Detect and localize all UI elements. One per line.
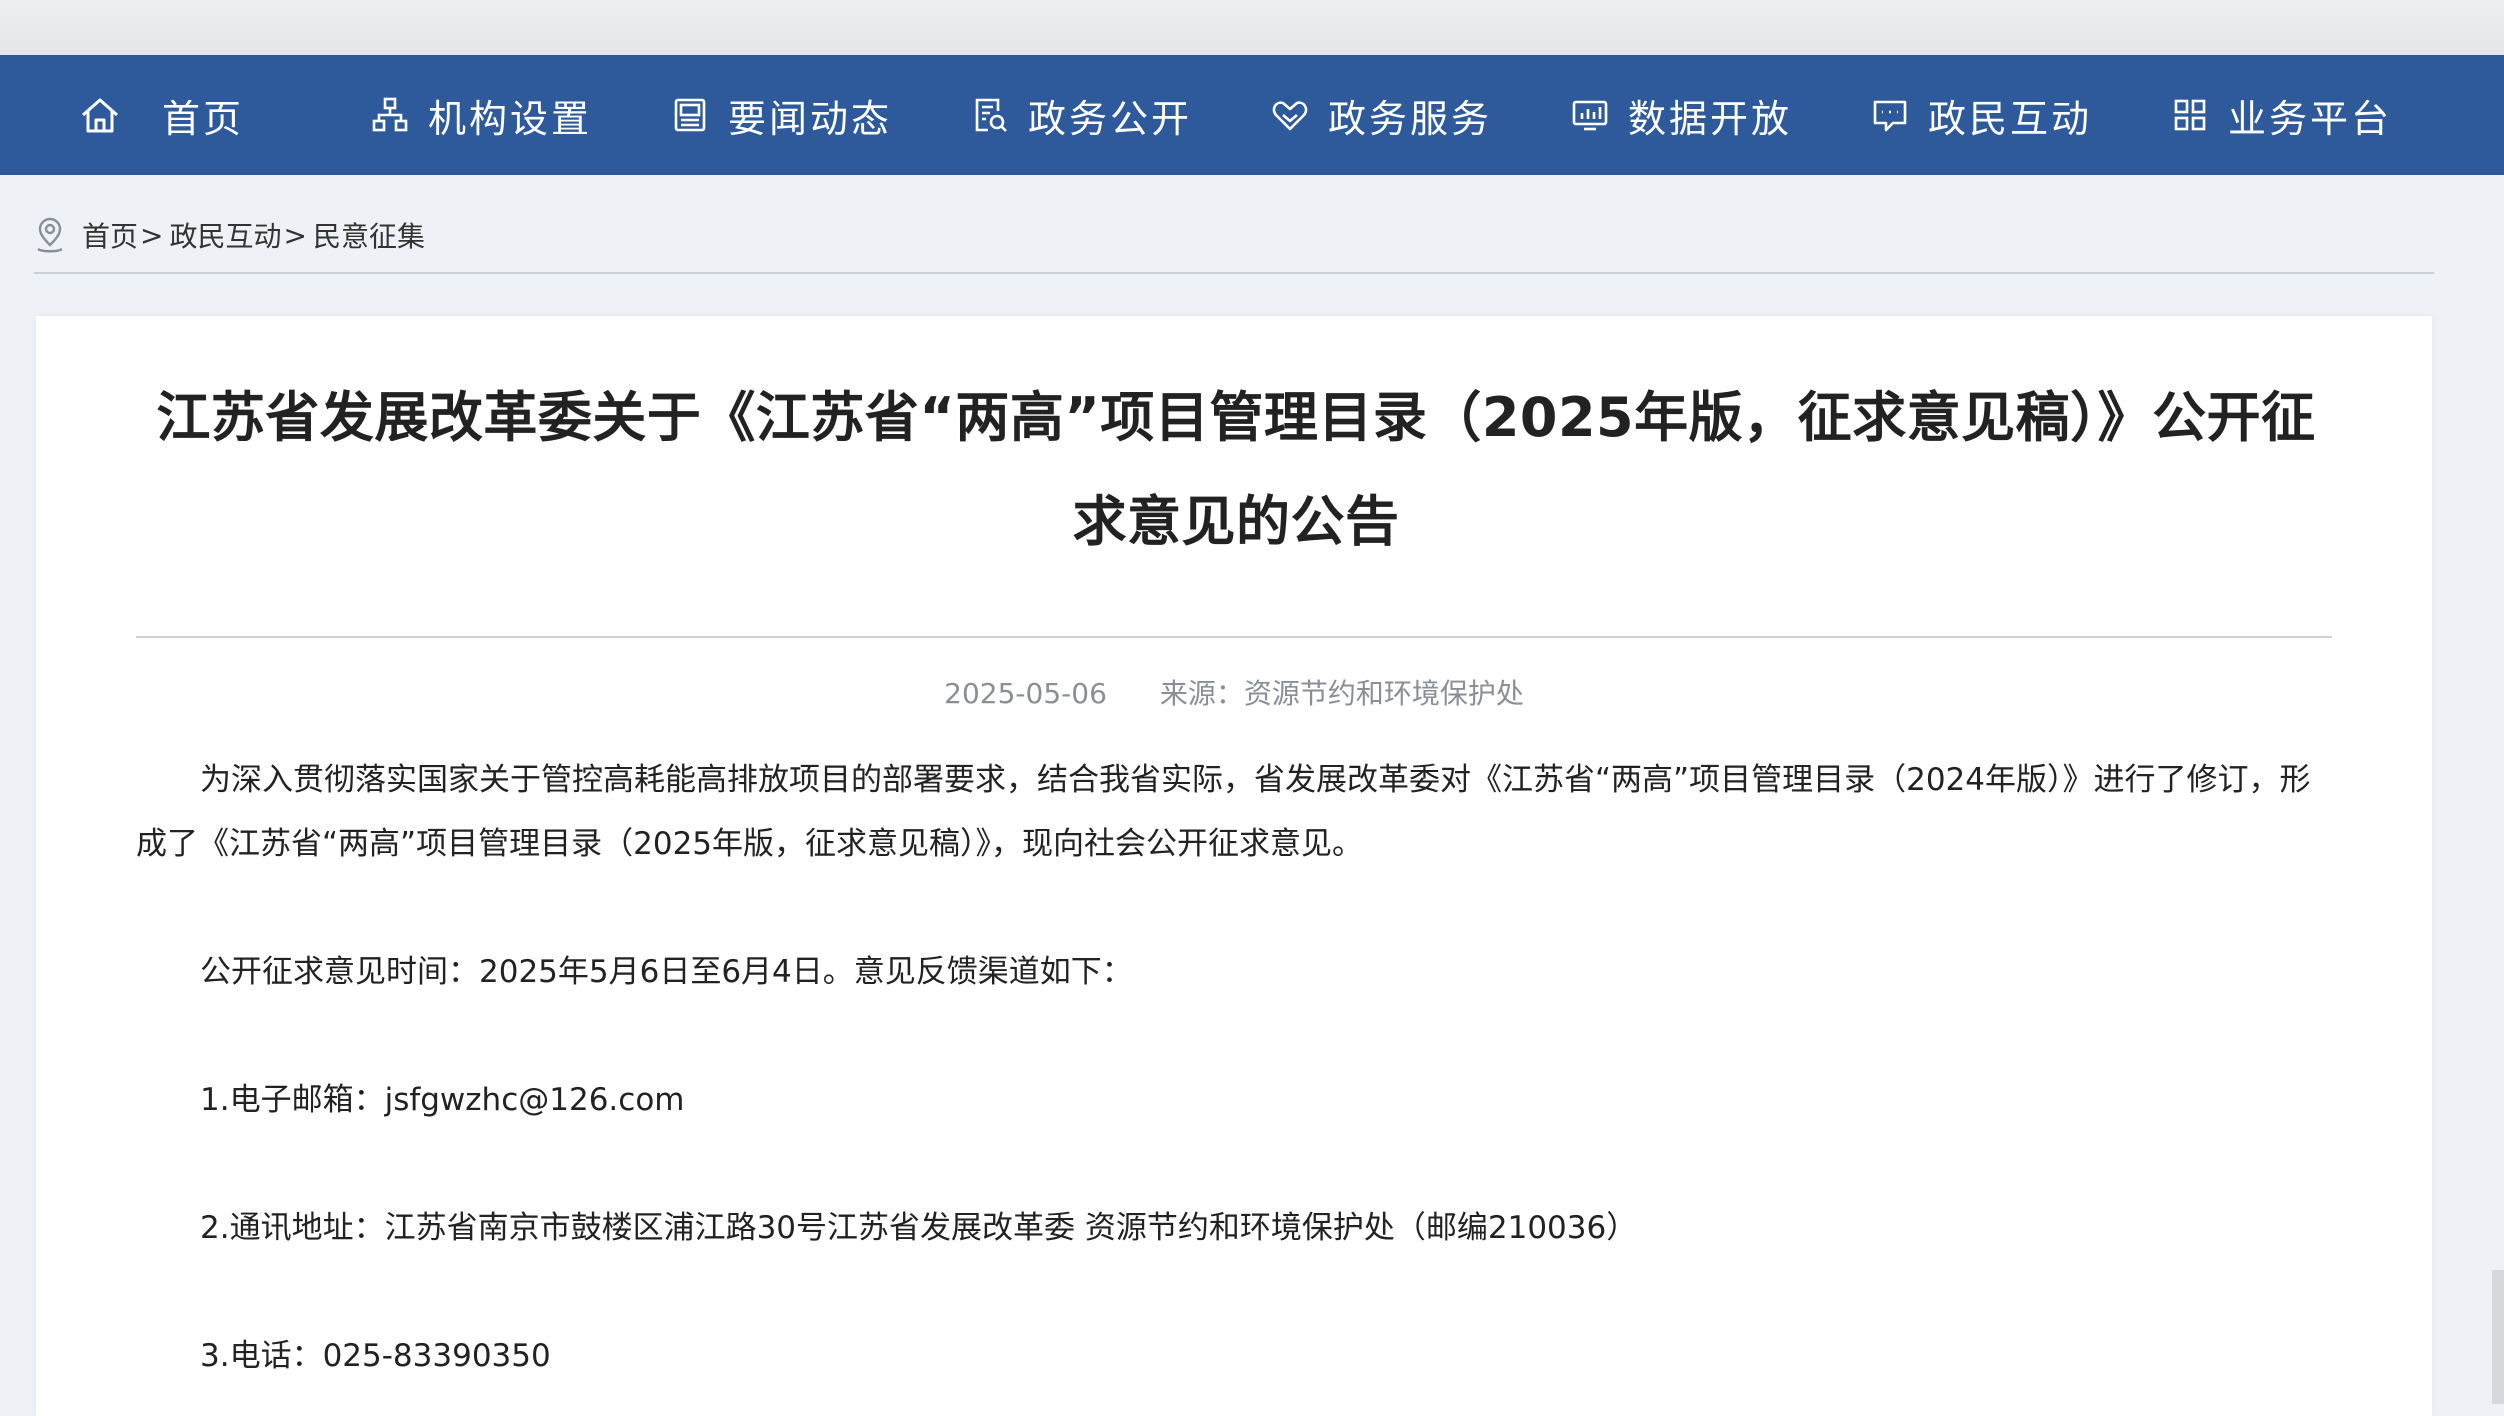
nav-item-government-services[interactable]: 政务服务 bbox=[1268, 55, 1492, 175]
main-nav: 首页 机构设置 要闻动态 政务公开 政务服务 数据开放 政民互动 业务平台 bbox=[0, 55, 2504, 175]
nav-item-open-data[interactable]: 数据开放 bbox=[1568, 55, 1792, 175]
location-pin-icon bbox=[37, 217, 63, 253]
breadcrumb-divider bbox=[34, 272, 2434, 274]
contact-phone: 3.电话：025-83390350 bbox=[200, 1338, 551, 1374]
chat-bubble-icon bbox=[1868, 93, 1912, 137]
data-monitor-icon bbox=[1568, 93, 1612, 137]
article-body: 为深入贯彻落实国家关于管控高耗能高排放项目的部署要求，结合我省实际，省发展改革委… bbox=[136, 748, 2336, 1388]
contact-address: 2.通讯地址：江苏省南京市鼓楼区浦江路30号江苏省发展改革委 资源节约和环境保护… bbox=[200, 1210, 1638, 1246]
nav-item-government-affairs[interactable]: 政务公开 bbox=[968, 55, 1192, 175]
news-icon bbox=[668, 93, 712, 137]
nav-label: 政民互动 bbox=[1928, 96, 2093, 141]
org-chart-icon bbox=[368, 93, 412, 137]
article-card: 江苏省发展改革委关于《江苏省“两高”项目管理目录（2025年版，征求意见稿）》公… bbox=[36, 316, 2432, 1416]
nav-label: 政务服务 bbox=[1328, 96, 1493, 141]
breadcrumb: 首页 > 政民互动 > 民意征集 bbox=[32, 212, 425, 258]
scrollbar-thumb[interactable] bbox=[2492, 1270, 2504, 1404]
nav-item-public-interaction[interactable]: 政民互动 bbox=[1868, 55, 2092, 175]
nav-label: 机构设置 bbox=[428, 96, 593, 141]
nav-label: 业务平台 bbox=[2228, 96, 2393, 141]
nav-item-home[interactable]: 首页 bbox=[78, 55, 244, 175]
nav-item-business-platform[interactable]: 业务平台 bbox=[2168, 55, 2392, 175]
nav-label: 要闻动态 bbox=[728, 96, 893, 141]
document-search-icon bbox=[968, 93, 1012, 137]
breadcrumb-separator: > bbox=[140, 218, 164, 252]
browser-top-strip bbox=[0, 0, 2504, 55]
contact-email: 1.电子邮箱：jsfgwzhc@126.com bbox=[200, 1082, 685, 1118]
breadcrumb-home-link[interactable]: 首页 bbox=[82, 215, 138, 255]
breadcrumb-separator: > bbox=[283, 218, 307, 252]
nav-label: 首页 bbox=[162, 96, 245, 141]
body-paragraph: 公开征求意见时间：2025年5月6日至6月4日。意见反馈渠道如下： bbox=[200, 954, 1133, 990]
article-source: 来源：资源节约和环境保护处 bbox=[1159, 677, 1524, 710]
body-paragraph: 为深入贯彻落实国家关于管控高耗能高排放项目的部署要求，结合我省实际，省发展改革委… bbox=[136, 762, 2311, 862]
service-heart-icon bbox=[1268, 93, 1312, 137]
publish-date: 2025-05-06 bbox=[944, 677, 1107, 710]
article-meta: 2025-05-06 来源：资源节约和环境保护处 bbox=[36, 672, 2432, 712]
article-title: 江苏省发展改革委关于《江苏省“两高”项目管理目录（2025年版，征求意见稿）》公… bbox=[156, 386, 2316, 553]
breadcrumb-current[interactable]: 民意征集 bbox=[313, 215, 425, 255]
nav-item-organization[interactable]: 机构设置 bbox=[368, 55, 592, 175]
nav-label: 政务公开 bbox=[1028, 96, 1193, 141]
grid-apps-icon bbox=[2168, 93, 2212, 137]
title-divider bbox=[136, 636, 2332, 638]
breadcrumb-interaction-link[interactable]: 政民互动 bbox=[169, 215, 281, 255]
home-icon bbox=[78, 93, 122, 137]
nav-item-news[interactable]: 要闻动态 bbox=[668, 55, 892, 175]
nav-label: 数据开放 bbox=[1628, 96, 1793, 141]
